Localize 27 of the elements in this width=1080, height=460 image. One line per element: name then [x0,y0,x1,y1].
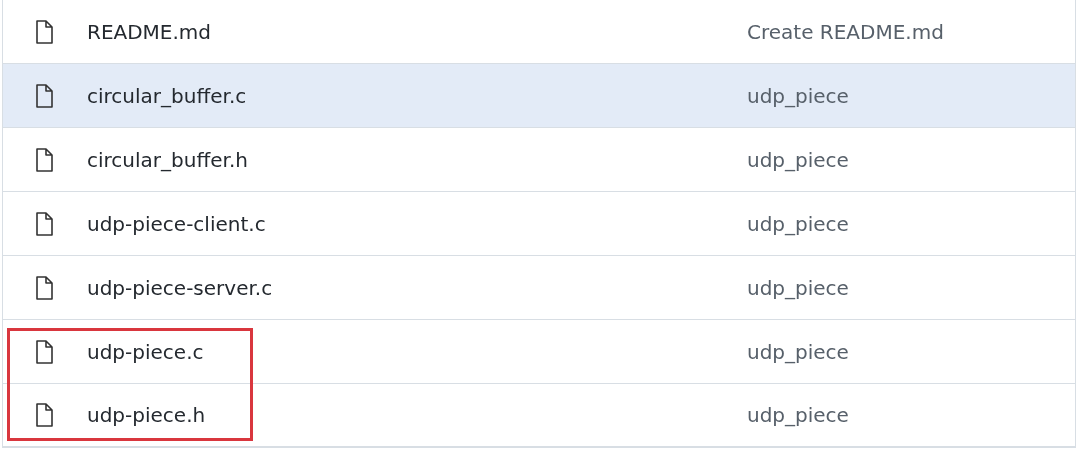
commit-message-link[interactable]: udp_piece [747,403,849,427]
commit-message-link[interactable]: Create README.md [747,19,944,44]
file-name-link[interactable]: udp-piece.c [87,339,747,364]
file-name-link[interactable]: circular_buffer.h [87,147,747,172]
file-icon [35,83,53,108]
file-name-link[interactable]: README.md [87,19,747,44]
file-name-link[interactable]: circular_buffer.c [87,83,747,108]
file-icon [35,19,53,44]
file-name-link[interactable]: udp-piece-client.c [87,211,747,236]
file-row[interactable]: udp-piece.h udp_piece [3,384,1075,447]
file-row[interactable]: udp-piece-client.c udp_piece [3,192,1075,256]
commit-message-link[interactable]: udp_piece [747,211,849,236]
file-name-link[interactable]: udp-piece.h [87,403,747,427]
file-icon [35,339,53,364]
file-icon [35,403,53,427]
file-icon [35,147,53,172]
file-icon [35,275,53,300]
file-icon [35,211,53,236]
file-row[interactable]: circular_buffer.c udp_piece [3,64,1075,128]
file-row[interactable]: udp-piece-server.c udp_piece [3,256,1075,320]
commit-message-link[interactable]: udp_piece [747,83,849,108]
commit-message-link[interactable]: udp_piece [747,275,849,300]
commit-message-link[interactable]: udp_piece [747,339,849,364]
commit-message-link[interactable]: udp_piece [747,147,849,172]
file-row[interactable]: udp-piece.c udp_piece [3,320,1075,384]
file-name-link[interactable]: udp-piece-server.c [87,275,747,300]
file-row[interactable]: circular_buffer.h udp_piece [3,128,1075,192]
